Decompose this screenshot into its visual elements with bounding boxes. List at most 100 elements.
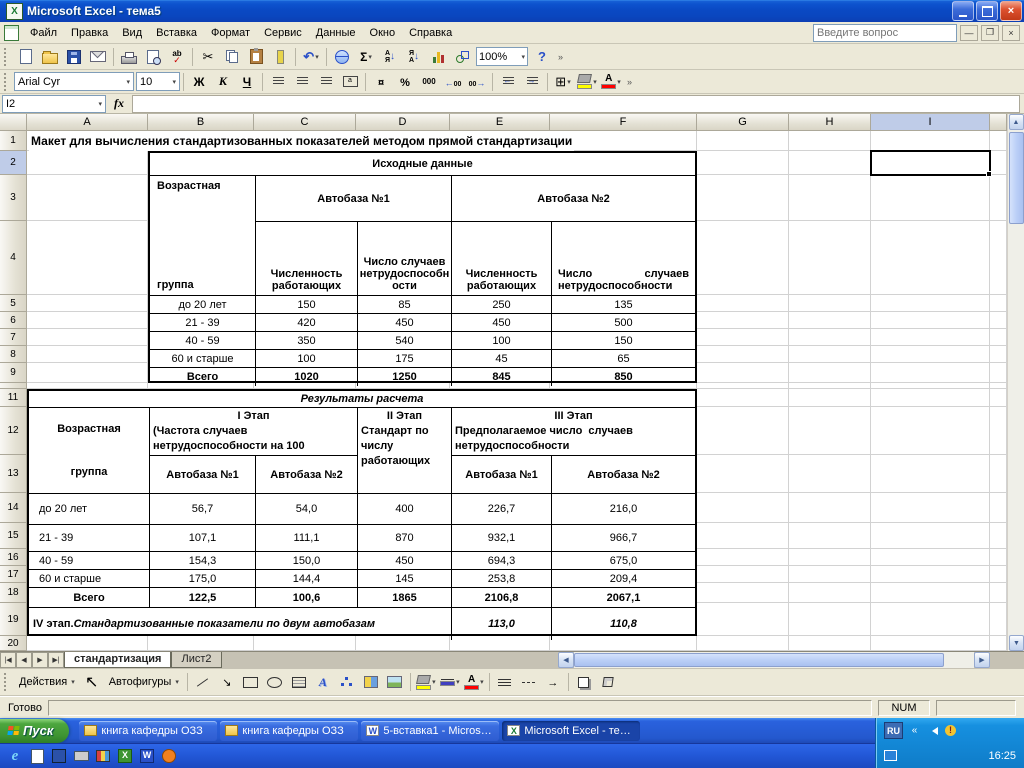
stage1-header[interactable]: I Этап (Частота случаев нетрудоспособнос… bbox=[150, 408, 357, 456]
borders-button[interactable]: ▾ bbox=[552, 71, 574, 92]
chevron-down-icon[interactable]: ▾ bbox=[567, 78, 571, 86]
row-header-18[interactable]: 18 bbox=[0, 583, 27, 603]
sheet-cell[interactable] bbox=[697, 363, 789, 383]
sheet-cell[interactable] bbox=[871, 312, 990, 329]
menu-item-5[interactable]: Формат bbox=[204, 24, 257, 42]
sheet-cell[interactable] bbox=[789, 493, 871, 523]
vertical-scrollbar[interactable]: ▲ ▼ bbox=[1007, 114, 1024, 651]
table1-caption[interactable]: Исходные данные bbox=[150, 153, 695, 176]
sheet-cell[interactable] bbox=[27, 295, 148, 312]
cell-age[interactable]: до 20 лет bbox=[29, 494, 150, 524]
cell-value[interactable]: 420 bbox=[256, 314, 358, 331]
oval-button[interactable] bbox=[264, 672, 286, 693]
toolbar-grip[interactable] bbox=[4, 47, 10, 66]
sheet-cell[interactable] bbox=[871, 329, 990, 346]
sheet-cell[interactable] bbox=[789, 295, 871, 312]
paint-shortcut-icon[interactable] bbox=[94, 747, 112, 765]
previous-sheet-button[interactable]: ◀ bbox=[16, 652, 32, 668]
save-button[interactable] bbox=[63, 46, 85, 67]
merge-center-button[interactable]: а bbox=[339, 71, 361, 92]
row-header-9[interactable]: 9 bbox=[0, 363, 27, 383]
italic-button[interactable]: К bbox=[212, 71, 234, 92]
vertical-scroll-thumb[interactable] bbox=[1009, 132, 1024, 224]
base1-header[interactable]: Автобаза №1 bbox=[256, 176, 452, 222]
row-header-6[interactable]: 6 bbox=[0, 312, 27, 329]
sheet-cell[interactable] bbox=[789, 151, 871, 175]
cases2-header[interactable]: Число случаев нетрудоспособности bbox=[552, 222, 695, 295]
cell-value[interactable]: 54,0 bbox=[256, 494, 358, 524]
insert-picture-button[interactable] bbox=[384, 672, 406, 693]
spelling-button[interactable] bbox=[166, 46, 188, 67]
sheet-cell[interactable] bbox=[990, 131, 1007, 151]
printer-shortcut-icon[interactable] bbox=[72, 747, 90, 765]
new-button[interactable] bbox=[15, 46, 37, 67]
taskbar-button-1[interactable]: книга кафедры ОЗЗ bbox=[79, 720, 218, 741]
chevron-down-icon[interactable]: ▾ bbox=[368, 53, 372, 61]
sheet-cell[interactable] bbox=[697, 221, 789, 295]
collapse-tray-icon[interactable]: « bbox=[908, 724, 921, 737]
volume-icon[interactable] bbox=[926, 724, 939, 737]
sheet-cell[interactable] bbox=[789, 566, 871, 583]
sheet-cell[interactable] bbox=[789, 363, 871, 383]
font-color-button[interactable]: А ▾ bbox=[600, 71, 622, 92]
scroll-right-button[interactable]: ▶ bbox=[974, 652, 990, 668]
wordart-button[interactable]: А bbox=[312, 672, 334, 693]
cell-value[interactable]: 135 bbox=[552, 296, 695, 313]
cases1-header[interactable]: Число случаев нетрудоспособности bbox=[358, 222, 452, 295]
cell-value[interactable]: 100,6 bbox=[256, 588, 358, 607]
underline-button[interactable]: Ч bbox=[236, 71, 258, 92]
sheet-cell[interactable] bbox=[871, 295, 990, 312]
base2-header[interactable]: Автобаза №2 bbox=[552, 456, 695, 493]
cell-value[interactable]: 540 bbox=[358, 332, 452, 349]
row-header-13[interactable]: 13 bbox=[0, 455, 27, 493]
autosum-button[interactable]: Σ ▾ bbox=[355, 46, 377, 67]
cell-value[interactable]: 1865 bbox=[358, 588, 452, 607]
workbook-minimize-button[interactable]: — bbox=[960, 24, 978, 41]
cell-value[interactable]: 450 bbox=[358, 314, 452, 331]
menu-item-4[interactable]: Вставка bbox=[149, 24, 204, 42]
sheet-cell[interactable] bbox=[990, 636, 1007, 651]
sheet-cell[interactable] bbox=[697, 583, 789, 603]
base2-header[interactable]: Автобаза №2 bbox=[256, 456, 357, 493]
toolbar-options-button[interactable]: » bbox=[623, 71, 636, 92]
sheet-cell[interactable] bbox=[990, 493, 1007, 523]
align-center-button[interactable] bbox=[291, 71, 313, 92]
column-header-G[interactable]: G bbox=[697, 114, 789, 131]
sheet-cell[interactable] bbox=[697, 636, 789, 651]
sheet-cell[interactable] bbox=[789, 131, 871, 151]
menu-item-8[interactable]: Окно bbox=[363, 24, 403, 42]
workbook-restore-button[interactable]: ❐ bbox=[981, 24, 999, 41]
network-icon[interactable] bbox=[884, 749, 897, 762]
sheet-cell[interactable] bbox=[789, 175, 871, 221]
fill-color-button[interactable]: ▾ bbox=[415, 672, 437, 693]
scroll-down-button[interactable]: ▼ bbox=[1009, 635, 1024, 651]
sheet-cell[interactable] bbox=[990, 363, 1007, 383]
sheet-cell[interactable] bbox=[697, 151, 789, 175]
sheet-cell[interactable] bbox=[990, 389, 1007, 407]
sheet-cell[interactable] bbox=[697, 493, 789, 523]
sheet-cell[interactable] bbox=[990, 329, 1007, 346]
cell-value[interactable]: 350 bbox=[256, 332, 358, 349]
cell-value[interactable]: 226,7 bbox=[452, 494, 552, 524]
base1-header[interactable]: Автобаза №1 bbox=[452, 456, 552, 493]
chevron-down-icon[interactable]: ▾ bbox=[480, 678, 484, 686]
sheet-cell[interactable] bbox=[990, 523, 1007, 549]
row-header-1[interactable]: 1 bbox=[0, 131, 27, 151]
row-header-4[interactable]: 4 bbox=[0, 221, 27, 295]
cell-a1-title[interactable]: Макет для вычисления стандартизованных п… bbox=[29, 131, 575, 151]
cell-age[interactable]: 40 - 59 bbox=[29, 552, 150, 569]
percent-style-button[interactable] bbox=[394, 71, 416, 92]
row-header-3[interactable]: 3 bbox=[0, 175, 27, 221]
select-all-corner[interactable] bbox=[0, 114, 27, 131]
maximize-button[interactable] bbox=[976, 1, 998, 21]
sheet-cell[interactable] bbox=[871, 493, 990, 523]
horizontal-scroll-thumb[interactable] bbox=[574, 653, 944, 667]
cell-value[interactable]: 150 bbox=[256, 296, 358, 313]
row-header-5[interactable]: 5 bbox=[0, 295, 27, 312]
sort-descending-button[interactable]: Я А ↓ bbox=[403, 46, 425, 67]
format-painter-button[interactable] bbox=[269, 46, 291, 67]
sheet-cell[interactable] bbox=[789, 583, 871, 603]
sheet-cell[interactable] bbox=[27, 151, 148, 175]
sheet-cell[interactable] bbox=[789, 346, 871, 363]
sheet-cell[interactable] bbox=[697, 523, 789, 549]
